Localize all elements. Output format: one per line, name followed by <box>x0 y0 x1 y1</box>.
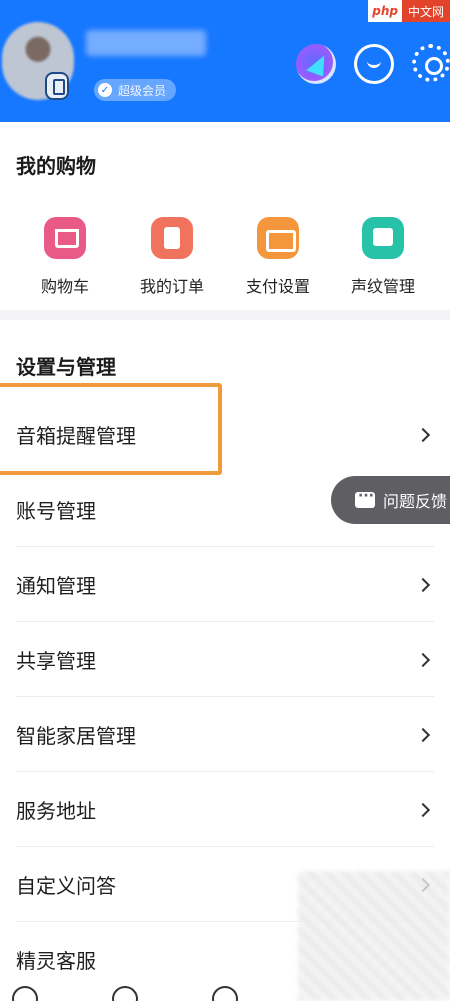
gear-icon[interactable] <box>412 44 450 82</box>
feedback-label: 问题反馈 <box>383 492 448 511</box>
chevron-right-icon <box>415 727 431 742</box>
settings-item-label: 音箱提醒管理 <box>16 424 136 448</box>
shopping-cart-icon <box>44 217 86 259</box>
voiceprint-icon <box>362 217 404 259</box>
settings-item-label: 账号管理 <box>16 499 96 523</box>
device-icon <box>45 72 69 100</box>
shop-item-orders[interactable]: 我的订单 <box>122 217 222 297</box>
tab-device-icon[interactable] <box>212 986 238 1001</box>
payment-card-icon <box>257 217 299 259</box>
username-blurred <box>86 30 206 56</box>
member-badge[interactable]: ✓ 超级会员 <box>94 79 177 101</box>
shop-item-label: 声纹管理 <box>350 277 415 296</box>
feedback-button[interactable]: 问题反馈 <box>331 476 450 524</box>
chat-icon[interactable] <box>354 44 394 84</box>
shopping-card: 我的购物 购物车 我的订单 支付设置 声纹管理 <box>0 122 450 310</box>
settings-item-label: 服务地址 <box>16 799 96 823</box>
message-icon <box>355 488 375 508</box>
tab-discover-icon[interactable] <box>112 986 138 1001</box>
site-label: 中文网 <box>401 0 450 22</box>
settings-item-label: 共享管理 <box>16 649 96 673</box>
settings-title: 设置与管理 <box>16 355 116 379</box>
chevron-right-icon <box>415 802 431 817</box>
settings-item-label: 精灵客服 <box>16 949 96 973</box>
bottom-tab-bar <box>0 986 300 1001</box>
settings-item-label: 智能家居管理 <box>16 724 136 748</box>
order-icon <box>151 217 193 259</box>
shop-item-cart[interactable]: 购物车 <box>15 217 115 297</box>
tab-home-icon[interactable] <box>12 986 38 1001</box>
check-icon: ✓ <box>98 83 112 97</box>
shop-item-payment[interactable]: 支付设置 <box>228 217 328 297</box>
shopping-title: 我的购物 <box>16 154 96 178</box>
shop-item-voiceprint[interactable]: 声纹管理 <box>333 217 433 297</box>
settings-item-smart-home[interactable]: 智能家居管理 <box>0 697 450 772</box>
profile-header: ✓ 超级会员 php 中文网 <box>0 0 450 122</box>
shop-item-label: 支付设置 <box>245 277 310 296</box>
settings-item-speaker-reminder[interactable]: 音箱提醒管理 <box>0 397 450 472</box>
watermark-overlay <box>298 871 450 1001</box>
chevron-right-icon <box>415 577 431 592</box>
site-watermark-badge: php 中文网 <box>368 0 450 22</box>
site-brand: php <box>368 0 402 22</box>
member-label: 超级会员 <box>118 83 167 98</box>
chevron-right-icon <box>415 652 431 667</box>
settings-item-notification[interactable]: 通知管理 <box>0 547 450 622</box>
chevron-right-icon <box>415 427 431 442</box>
assistant-icon[interactable] <box>296 44 336 84</box>
settings-item-service-address[interactable]: 服务地址 <box>0 772 450 847</box>
shop-item-label: 我的订单 <box>139 277 204 296</box>
settings-item-label: 自定义问答 <box>16 874 116 898</box>
shop-item-label: 购物车 <box>40 277 89 296</box>
settings-item-label: 通知管理 <box>16 574 96 598</box>
settings-item-sharing[interactable]: 共享管理 <box>0 622 450 697</box>
